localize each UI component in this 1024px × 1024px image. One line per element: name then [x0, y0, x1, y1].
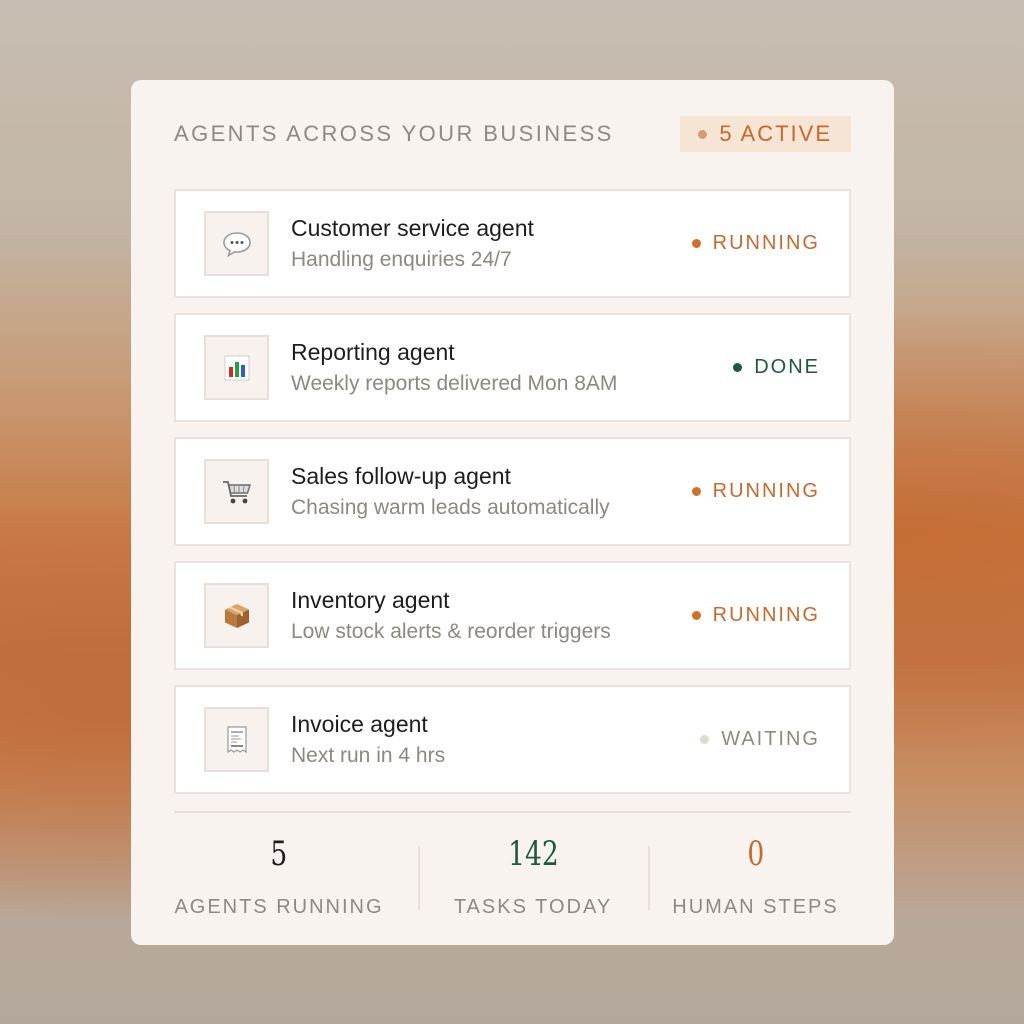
shopping-cart-icon: [204, 459, 269, 524]
active-count-label: 5 ACTIVE: [719, 121, 832, 146]
agent-text: Inventory agent Low stock alerts & reord…: [291, 586, 611, 646]
stat-label: AGENTS RUNNING: [174, 896, 384, 918]
card-title: AGENTS ACROSS YOUR BUSINESS: [174, 121, 614, 146]
stat-value: 142: [507, 834, 559, 874]
stat-value: 5: [270, 834, 288, 874]
package-icon: [204, 583, 269, 648]
status-label: DONE: [754, 356, 820, 378]
agents-card: AGENTS ACROSS YOUR BUSINESS 5 ACTIVE Cus…: [131, 80, 894, 945]
agent-text: Invoice agent Next run in 4 hrs: [291, 710, 445, 770]
stat-value: 0: [747, 834, 764, 874]
agent-row-invoice[interactable]: Invoice agent Next run in 4 hrs WAITING: [174, 685, 851, 794]
agent-title: Inventory agent: [291, 587, 450, 613]
agent-row-customer-service[interactable]: Customer service agent Handling enquirie…: [174, 189, 851, 298]
status-badge: WAITING: [700, 687, 820, 792]
agent-row-inventory[interactable]: Inventory agent Low stock alerts & reord…: [174, 561, 851, 670]
status-label: RUNNING: [712, 480, 820, 502]
agent-subtitle: Handling enquiries 24/7: [291, 248, 512, 271]
stat-separator: [648, 846, 650, 910]
status-label: RUNNING: [712, 232, 820, 254]
active-dot-icon: [698, 129, 708, 139]
agent-title: Invoice agent: [291, 711, 428, 737]
stat-label: TASKS TODAY: [453, 896, 613, 918]
status-badge: RUNNING: [691, 191, 820, 296]
card-header: AGENTS ACROSS YOUR BUSINESS 5 ACTIVE: [174, 116, 851, 152]
speech-bubble-icon: [204, 211, 269, 276]
receipt-icon: [204, 707, 269, 772]
agent-text: Sales follow-up agent Chasing warm leads…: [291, 462, 610, 522]
agent-subtitle: Low stock alerts & reorder triggers: [291, 620, 611, 643]
agent-row-reporting[interactable]: Reporting agent Weekly reports delivered…: [174, 313, 851, 422]
agent-list: Customer service agent Handling enquirie…: [174, 189, 851, 809]
bar-chart-icon: [204, 335, 269, 400]
status-dot-icon: [733, 363, 743, 372]
stat-tasks-today: 142 TASKS TODAY: [428, 832, 638, 919]
status-dot-icon: [691, 611, 701, 620]
stats-divider: [174, 811, 851, 813]
active-count-badge: 5 ACTIVE: [680, 116, 851, 152]
agent-row-sales-follow-up[interactable]: Sales follow-up agent Chasing warm leads…: [174, 437, 851, 546]
status-label: WAITING: [721, 728, 820, 750]
stat-label: HUMAN STEPS: [672, 896, 839, 918]
agent-title: Sales follow-up agent: [291, 463, 511, 489]
agent-subtitle: Chasing warm leads automatically: [291, 496, 610, 519]
status-label: RUNNING: [712, 604, 820, 626]
status-dot-icon: [691, 239, 701, 248]
stats-bar: 5 AGENTS RUNNING 142 TASKS TODAY 0 HUMAN…: [174, 832, 851, 922]
stat-agents-running: 5 AGENTS RUNNING: [174, 832, 384, 919]
agent-title: Customer service agent: [291, 215, 534, 241]
status-badge: RUNNING: [691, 563, 820, 668]
agent-text: Reporting agent Weekly reports delivered…: [291, 338, 617, 398]
stat-separator: [418, 846, 420, 910]
status-dot-icon: [700, 735, 710, 744]
status-badge: DONE: [733, 315, 820, 420]
agent-title: Reporting agent: [291, 339, 455, 365]
agent-subtitle: Next run in 4 hrs: [291, 744, 446, 767]
agent-text: Customer service agent Handling enquirie…: [291, 214, 534, 274]
status-badge: RUNNING: [691, 439, 820, 544]
status-dot-icon: [691, 487, 701, 496]
stat-human-steps: 0 HUMAN STEPS: [660, 832, 851, 919]
agent-subtitle: Weekly reports delivered Mon 8AM: [291, 372, 618, 395]
